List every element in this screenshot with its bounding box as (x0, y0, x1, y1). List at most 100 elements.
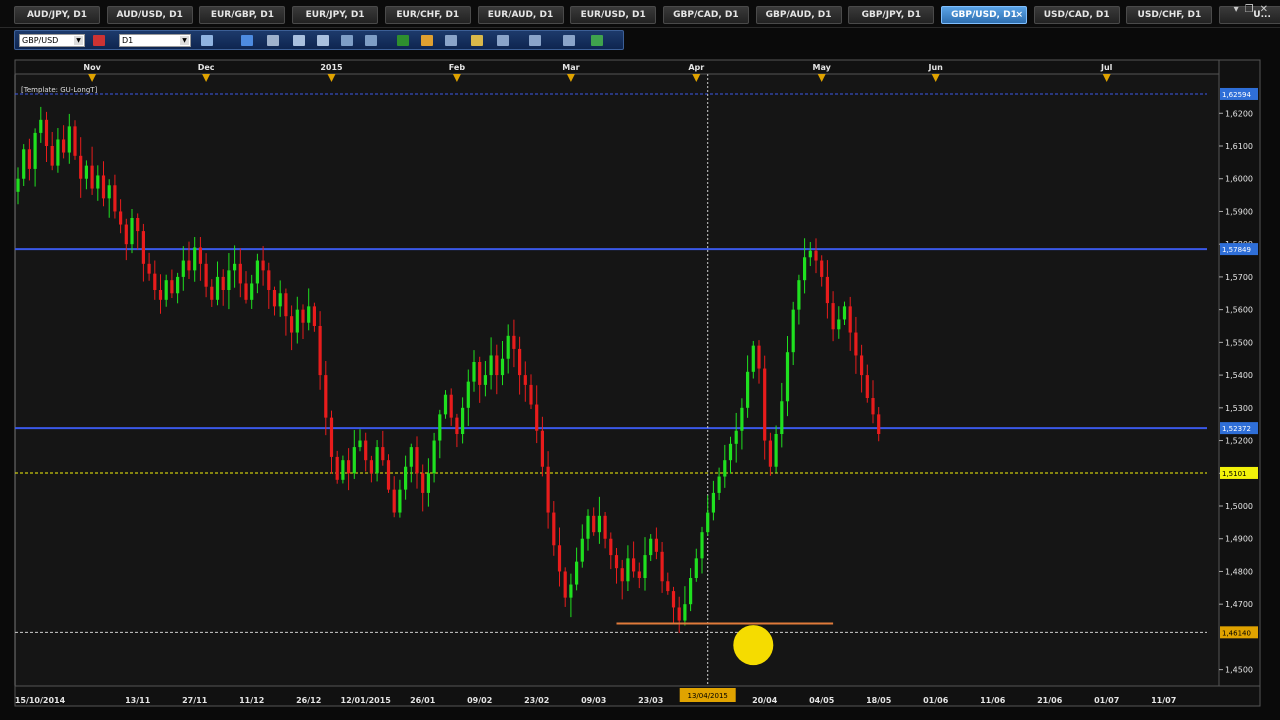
candle-body[interactable] (461, 407, 465, 434)
candle-body[interactable] (341, 460, 345, 480)
candle-body[interactable] (660, 551, 664, 582)
candle-body[interactable] (791, 309, 795, 353)
candle-body[interactable] (221, 276, 225, 290)
candle-body[interactable] (158, 290, 163, 300)
candle-body[interactable] (33, 132, 37, 169)
candle-body[interactable] (352, 447, 356, 474)
candle-body[interactable] (689, 578, 693, 605)
candle-body[interactable] (780, 401, 784, 434)
candle-body[interactable] (472, 362, 476, 382)
candle-body[interactable] (763, 368, 767, 441)
candle-body[interactable] (580, 538, 584, 562)
candle-body[interactable] (421, 473, 425, 493)
candle-body[interactable] (751, 345, 755, 372)
candle-body[interactable] (381, 447, 385, 461)
candle-body[interactable] (700, 532, 704, 559)
candle-body[interactable] (871, 398, 875, 415)
candle-body[interactable] (215, 276, 220, 300)
candle-body[interactable] (654, 538, 658, 552)
candle-body[interactable] (597, 515, 601, 533)
candle-body[interactable] (409, 447, 413, 467)
candle-body[interactable] (768, 440, 772, 467)
candle-body[interactable] (67, 126, 71, 153)
candle-body[interactable] (238, 263, 242, 284)
candle-body[interactable] (56, 139, 60, 166)
candle-body[interactable] (557, 545, 562, 572)
candle-body[interactable] (244, 283, 248, 300)
candle-body[interactable] (803, 257, 807, 281)
candle-body[interactable] (540, 430, 544, 467)
candle-body[interactable] (774, 434, 778, 467)
candle-body[interactable] (136, 218, 140, 232)
candle-body[interactable] (50, 146, 54, 166)
candle-body[interactable] (392, 489, 396, 513)
candle-body[interactable] (717, 476, 721, 493)
candle-body[interactable] (130, 218, 134, 245)
candle-body[interactable] (44, 119, 49, 146)
candle-body[interactable] (757, 345, 761, 369)
candle-body[interactable] (529, 384, 533, 405)
candle-body[interactable] (335, 456, 339, 480)
candle-body[interactable] (272, 290, 277, 307)
candle-body[interactable] (632, 558, 636, 572)
candle-body[interactable] (466, 381, 470, 408)
candle-body[interactable] (278, 293, 282, 307)
candle-body[interactable] (637, 571, 641, 578)
candle-body[interactable] (825, 276, 829, 304)
candle-body[interactable] (455, 417, 459, 434)
candle-body[interactable] (734, 430, 738, 444)
candle-body[interactable] (113, 185, 117, 212)
candle-body[interactable] (324, 375, 328, 418)
candle-body[interactable] (181, 260, 185, 277)
candle-body[interactable] (523, 375, 527, 385)
candle-body[interactable] (711, 492, 715, 513)
candle-body[interactable] (483, 375, 487, 385)
candle-body[interactable] (227, 270, 231, 290)
candle-body[interactable] (170, 280, 174, 294)
candle-body[interactable] (500, 358, 505, 376)
candle-body[interactable] (375, 447, 379, 474)
candle-body[interactable] (153, 273, 157, 290)
candle-body[interactable] (489, 355, 493, 376)
candle-body[interactable] (860, 355, 864, 376)
candle-body[interactable] (39, 119, 43, 133)
candle-body[interactable] (193, 247, 197, 271)
candle-body[interactable] (865, 375, 869, 398)
candle-body[interactable] (820, 260, 824, 277)
candle-body[interactable] (101, 175, 106, 199)
candle-body[interactable] (364, 440, 368, 461)
candle-body[interactable] (255, 260, 259, 284)
candle-body[interactable] (814, 250, 818, 261)
candle-body[interactable] (438, 414, 442, 441)
candle-body[interactable] (426, 473, 430, 493)
candle-body[interactable] (79, 155, 83, 179)
candle-body[interactable] (27, 149, 31, 169)
candle-body[interactable] (546, 466, 550, 513)
candle-body[interactable] (837, 319, 841, 330)
candle-body[interactable] (312, 306, 316, 326)
candle-body[interactable] (518, 348, 522, 376)
candle-body[interactable] (569, 584, 573, 598)
candle-body[interactable] (404, 466, 408, 490)
candle-body[interactable] (398, 489, 402, 513)
plot-area[interactable] (14, 73, 1220, 687)
candle-body[interactable] (432, 440, 436, 474)
candle-body[interactable] (620, 568, 624, 582)
candle-body[interactable] (552, 512, 556, 546)
candle-body[interactable] (261, 260, 265, 271)
candle-body[interactable] (147, 263, 151, 274)
candle-body[interactable] (107, 185, 111, 199)
candle-body[interactable] (16, 178, 20, 192)
candle-body[interactable] (233, 263, 237, 271)
candle-body[interactable] (347, 460, 351, 474)
candle-body[interactable] (73, 126, 77, 156)
candle-body[interactable] (369, 460, 373, 474)
candle-body[interactable] (626, 558, 630, 582)
candle-body[interactable] (575, 561, 579, 585)
candle-body[interactable] (683, 604, 687, 621)
candle-body[interactable] (124, 224, 128, 245)
candle-body[interactable] (301, 309, 305, 323)
candle-body[interactable] (746, 371, 750, 408)
candle-body[interactable] (386, 460, 391, 490)
candle-body[interactable] (495, 355, 499, 376)
